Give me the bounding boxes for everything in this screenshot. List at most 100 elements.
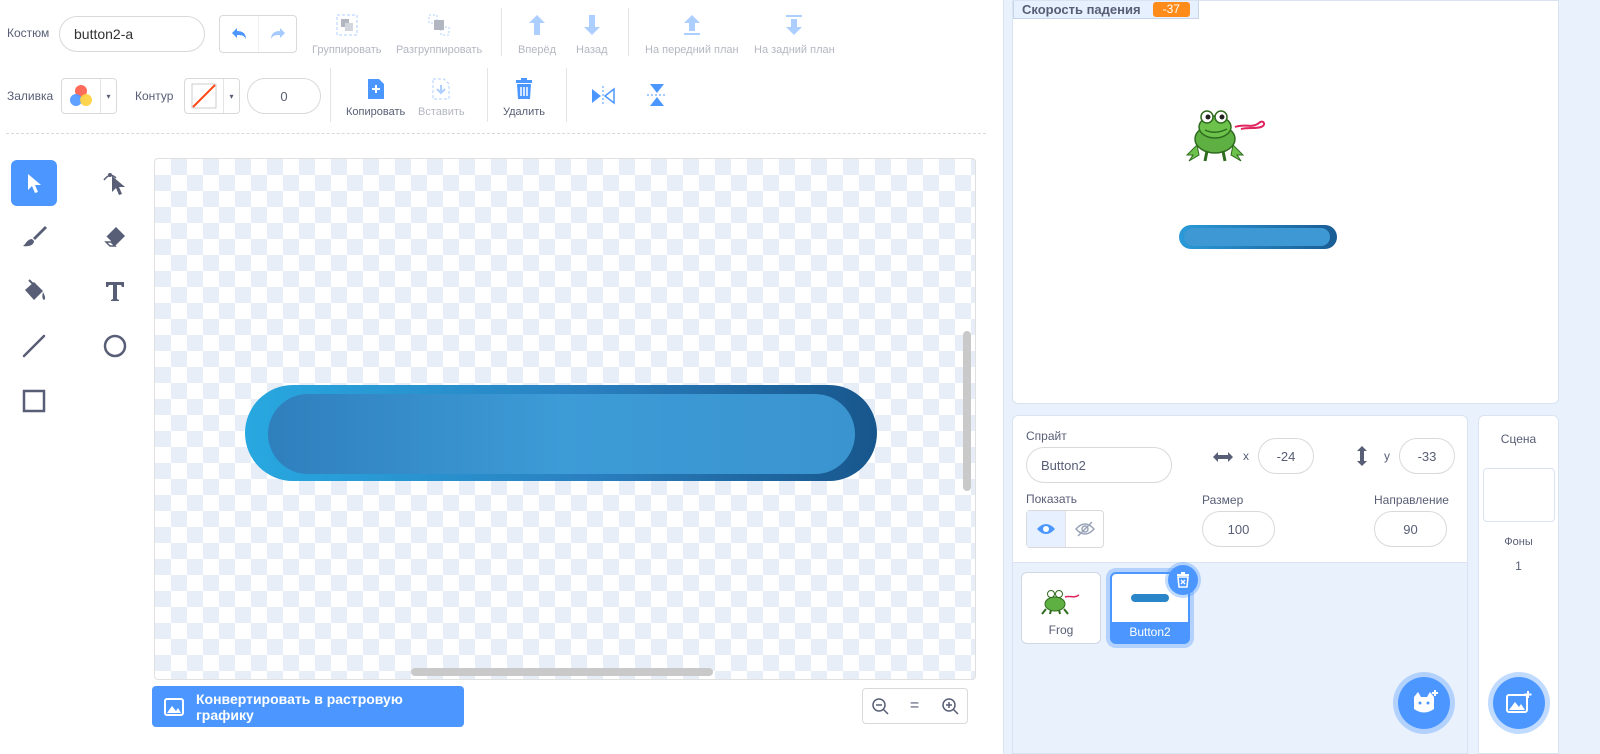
frog-sprite[interactable]: [1183, 105, 1273, 165]
visibility-toggle: [1026, 510, 1104, 548]
zoom-out-icon: [872, 698, 889, 715]
circle-icon: [103, 334, 127, 358]
direction-input[interactable]: 90: [1374, 511, 1447, 547]
bring-to-front-button[interactable]: На передний план: [645, 12, 739, 56]
brush-tool[interactable]: [11, 214, 57, 260]
ungroup-button[interactable]: Разгруппировать: [396, 12, 482, 56]
paste-button[interactable]: Вставить: [418, 76, 465, 118]
ungroup-label: Разгруппировать: [396, 44, 483, 56]
sprite-name-input[interactable]: Button2: [1026, 447, 1172, 483]
sprite-thumb-frog[interactable]: Frog: [1021, 572, 1101, 644]
button2-sprite[interactable]: [1178, 223, 1340, 251]
toolbar-divider: [566, 68, 567, 122]
y-input[interactable]: -33: [1399, 438, 1455, 474]
outline-width-input[interactable]: 0: [247, 78, 321, 114]
vertical-scrollbar[interactable]: [963, 331, 971, 491]
vertical-arrows-icon: [1357, 446, 1367, 466]
sprite-thumb-label: Frog: [1048, 623, 1074, 637]
send-to-back-button[interactable]: На задний план: [754, 12, 835, 56]
convert-label: Конвертировать в растровую графику: [195, 690, 403, 723]
toolbar-divider: [628, 8, 629, 56]
paste-label: Вставить: [418, 106, 465, 118]
trash-icon: [1177, 572, 1189, 588]
horizontal-arrows-icon: [1213, 452, 1233, 462]
stage[interactable]: Скорость падения -37: [1012, 0, 1559, 404]
text-tool[interactable]: [92, 268, 138, 314]
eraser-tool[interactable]: [92, 214, 138, 260]
flip-vertical-icon: [647, 84, 667, 106]
toolbar-divider: [501, 8, 502, 56]
arrow-pointer-icon: [28, 174, 41, 193]
sprite-info-panel: Спрайт Button2 x -24 y -33 Показать Разм…: [1012, 415, 1468, 563]
group-button[interactable]: Группировать: [312, 12, 382, 56]
size-label: Размер: [1202, 493, 1244, 507]
scene-title: Сцена: [1500, 432, 1537, 446]
direction-label: Направление: [1374, 493, 1449, 507]
undo-button[interactable]: [220, 16, 258, 52]
monitor-label: Скорость падения: [1022, 2, 1141, 17]
backward-label: Назад: [576, 44, 608, 56]
toolbar-separator: [6, 133, 986, 134]
equals-icon: =: [909, 697, 920, 714]
brush-icon: [23, 226, 47, 247]
square-icon: [22, 389, 46, 413]
paint-canvas[interactable]: [154, 158, 976, 680]
add-sprite-button[interactable]: [1398, 677, 1450, 729]
line-icon: [22, 334, 46, 358]
ungroup-icon: [428, 14, 450, 36]
costume-shape[interactable]: [155, 159, 976, 680]
costume-label: Костюм: [7, 26, 50, 40]
group-icon: [336, 14, 358, 36]
eye-slash-icon: [1074, 521, 1095, 537]
forward-label: Вперёд: [518, 44, 557, 56]
monitor-value: -37: [1152, 2, 1190, 17]
zoom-reset-button[interactable]: =: [897, 688, 933, 724]
caret-down-icon: ▾: [100, 79, 116, 113]
backdrop-thumbnail[interactable]: [1483, 468, 1555, 522]
delete-sprite-button[interactable]: [1168, 565, 1198, 595]
show-label: Показать: [1026, 492, 1078, 506]
undo-redo-group: [219, 15, 297, 53]
zoom-out-button[interactable]: [862, 688, 898, 724]
fill-color-picker[interactable]: ▾: [61, 78, 117, 114]
size-input[interactable]: 100: [1202, 511, 1275, 547]
no-color-icon: [191, 83, 217, 109]
paint-editor: Костюм button2-a Группировать Разгруппир…: [0, 0, 1004, 754]
hide-button[interactable]: [1065, 511, 1103, 547]
select-tool[interactable]: [11, 160, 57, 206]
delete-button[interactable]: Удалить: [503, 76, 545, 118]
flip-horizontal-icon: [592, 86, 615, 106]
circle-tool[interactable]: [92, 323, 138, 369]
variable-monitor[interactable]: Скорость падения -37: [1013, 1, 1199, 19]
costume-name-input[interactable]: button2-a: [59, 16, 205, 52]
image-icon: [164, 697, 184, 716]
show-button[interactable]: [1027, 511, 1065, 547]
redo-button[interactable]: [258, 16, 296, 52]
send-back-icon: [786, 15, 803, 35]
reshape-tool[interactable]: [92, 160, 138, 206]
convert-to-bitmap-button[interactable]: Конвертировать в растровую графику: [152, 686, 464, 727]
delete-label: Удалить: [503, 106, 545, 118]
flip-vertical-button[interactable]: [642, 80, 672, 110]
forward-button[interactable]: Вперёд: [518, 12, 556, 56]
add-backdrop-button[interactable]: [1493, 677, 1545, 729]
copy-button[interactable]: Копировать: [346, 76, 405, 118]
rectangle-tool[interactable]: [11, 378, 57, 424]
backward-button[interactable]: Назад: [576, 12, 608, 56]
backdrops-label: Фоны: [1504, 536, 1533, 548]
copy-icon: [367, 79, 384, 99]
flip-horizontal-button[interactable]: [588, 82, 618, 110]
text-t-icon: [106, 282, 124, 301]
x-input[interactable]: -24: [1258, 438, 1314, 474]
outline-color-picker[interactable]: ▾: [184, 78, 240, 114]
arrow-up-icon: [529, 15, 546, 35]
fill-tool[interactable]: [11, 268, 57, 314]
fill-color-icon: [70, 85, 92, 106]
horizontal-scrollbar[interactable]: [411, 668, 713, 676]
reshape-icon: [103, 173, 125, 195]
zoom-in-button[interactable]: [932, 688, 968, 724]
line-tool[interactable]: [11, 323, 57, 369]
outline-label: Контур: [135, 89, 174, 103]
paste-icon: [432, 78, 450, 100]
redo-icon: [270, 28, 285, 39]
